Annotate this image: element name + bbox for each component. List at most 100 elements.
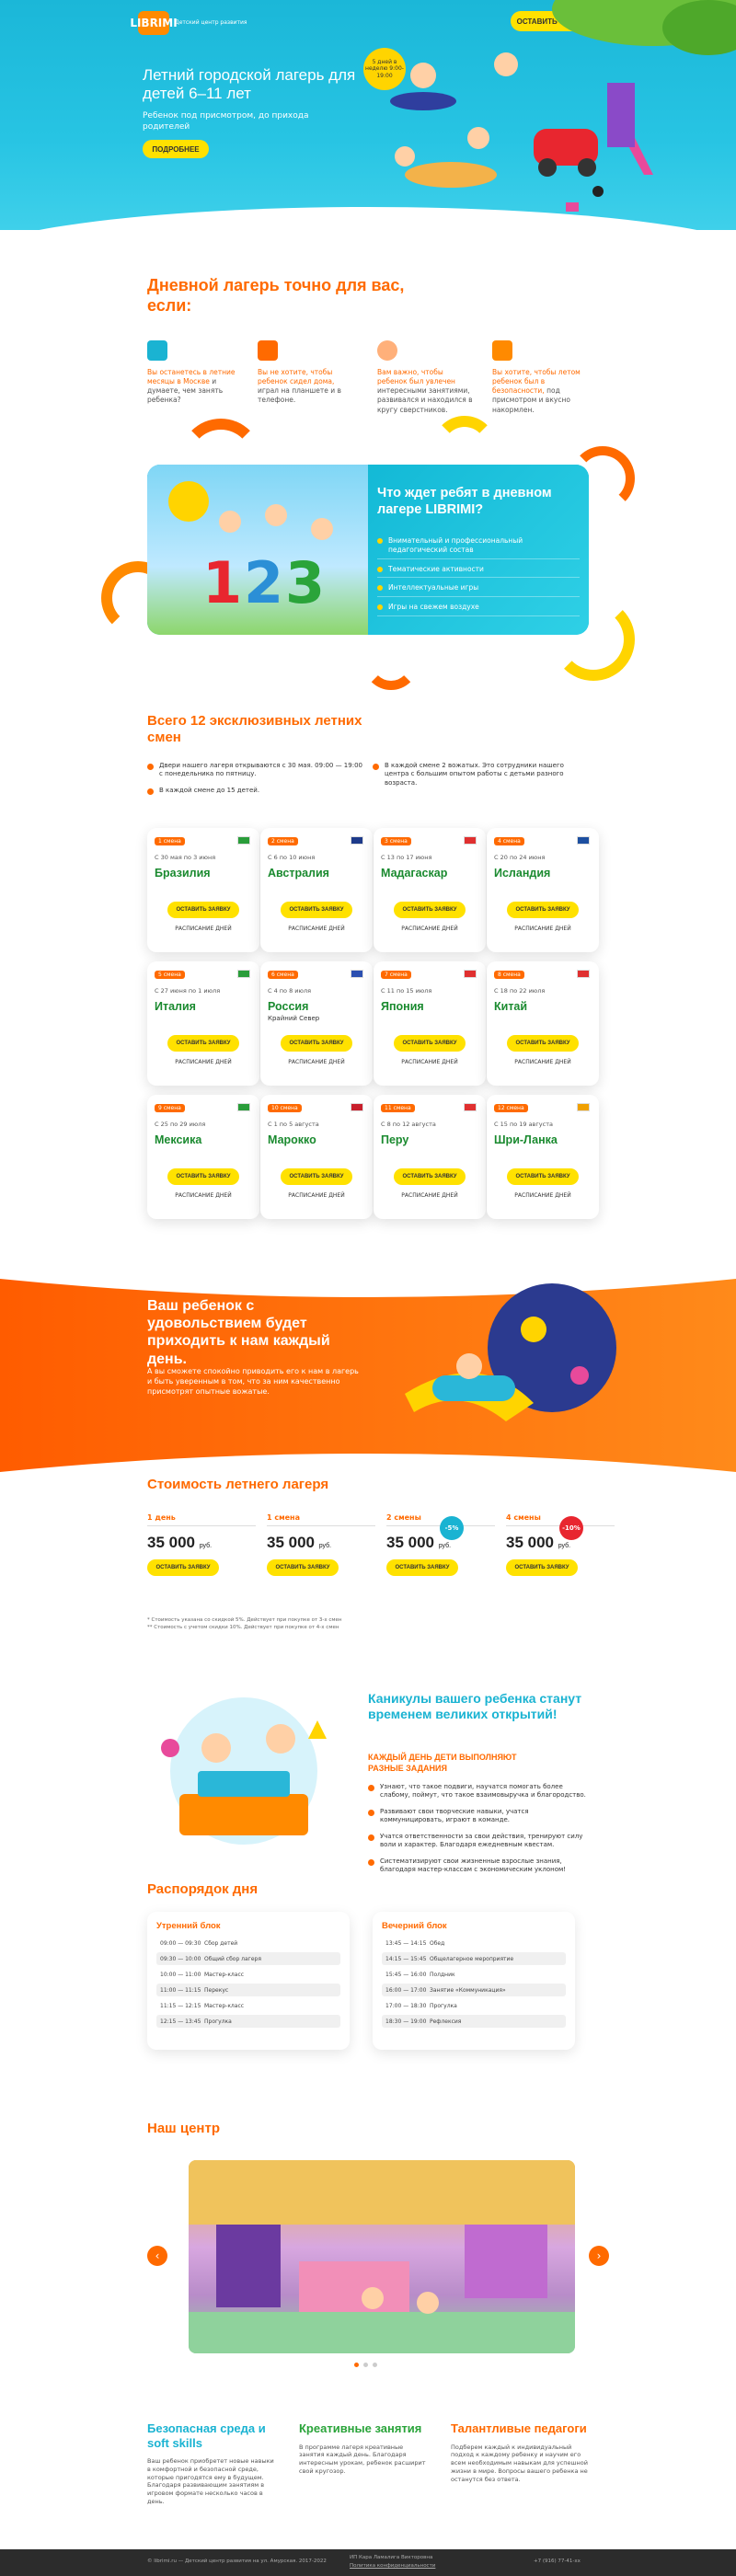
bullet-icon	[377, 566, 383, 572]
apply-button[interactable]: оставить заявку	[394, 902, 466, 918]
footer-phone[interactable]: +7 (916) 77-41-xx	[534, 2559, 581, 2564]
carousel-prev-button[interactable]: ‹	[147, 2246, 167, 2266]
flag-icon	[237, 970, 250, 978]
shifts-notes-left: Двери нашего лагеря открываются с 30 мая…	[147, 762, 363, 802]
shift-card: 3 смена С 13 по 17 июня Мадагаскар оставить…	[374, 828, 486, 952]
schedule-time: 14:15 — 15:45	[385, 1955, 427, 1962]
apply-button[interactable]: оставить заявку	[506, 1559, 578, 1576]
shift-badge: 1 смена	[155, 837, 185, 845]
apply-button[interactable]: оставить заявку	[167, 1035, 239, 1052]
schedule-link[interactable]: расписание дней	[147, 1192, 259, 1199]
promo-item: Интеллектуальные игры	[377, 583, 580, 597]
shift-badge: 9 смена	[155, 1104, 185, 1112]
schedule-link[interactable]: расписание дней	[487, 1192, 599, 1199]
price-value: 35 000 руб.	[267, 1534, 332, 1551]
schedule-link[interactable]: расписание дней	[374, 1059, 486, 1065]
apply-button[interactable]: оставить заявку	[394, 1168, 466, 1185]
bullet-icon	[368, 1809, 374, 1816]
kids-playground-illustration	[390, 52, 653, 212]
discovery-item: Развивают свои творческие навыки, учатся…	[368, 1808, 589, 1825]
promo-item: Внимательный и профессиональный педагоги…	[377, 536, 580, 559]
apply-button[interactable]: оставить заявку	[281, 902, 352, 918]
carousel-dot-active[interactable]	[354, 2363, 359, 2367]
schedule-time: 13:45 — 14:15	[385, 1939, 427, 1947]
center-photo	[189, 2160, 575, 2353]
apply-button[interactable]: оставить заявку	[281, 1168, 352, 1185]
schedule-link[interactable]: расписание дней	[374, 1192, 486, 1199]
more-button[interactable]: подробнее	[143, 140, 209, 158]
apply-button[interactable]: оставить заявку	[147, 1559, 219, 1576]
privacy-link[interactable]: Политика конфиденциальности	[350, 2563, 435, 2569]
apply-button[interactable]: оставить заявку	[267, 1559, 339, 1576]
feature-title: Талантливые педагоги	[451, 2421, 587, 2435]
shift-card: 9 смена С 25 по 29 июля Мексика оставить за…	[147, 1095, 259, 1219]
shift-note: Крайний Север	[268, 1015, 320, 1022]
feature-text: Вам важно, чтобы ребенок был увлечен инт…	[377, 368, 473, 414]
bullet-icon	[377, 538, 383, 544]
svg-text:1: 1	[202, 549, 242, 616]
flag-icon	[577, 970, 590, 978]
flag-icon	[351, 836, 363, 845]
shift-card: 7 смена С 11 по 15 июля Япония оставить зая…	[374, 961, 486, 1086]
carousel-dot[interactable]	[373, 2363, 377, 2367]
schedule-time: 11:15 — 12:15	[160, 2002, 201, 2009]
discovery-illustration	[161, 1697, 327, 1845]
price-card: 1 день 35 000 руб. оставить заявку	[147, 1513, 256, 1605]
flag-icon	[351, 970, 363, 978]
schedule-link[interactable]: расписание дней	[487, 1059, 599, 1065]
apply-button[interactable]: оставить заявку	[507, 1035, 579, 1052]
carousel-next-button[interactable]: ›	[589, 2246, 609, 2266]
schedule-link[interactable]: расписание дней	[260, 1192, 373, 1199]
feature-desc: В программе лагеря креативные занятия ка…	[299, 2443, 426, 2475]
evening-block-title: Вечерний блок	[382, 1921, 447, 1931]
happy-title: Ваш ребенок с удовольствием будет приход…	[147, 1298, 330, 1367]
footer-company: ИП Кара Ламалига Викторовна	[350, 2555, 433, 2560]
apply-button[interactable]: оставить заявку	[507, 1168, 579, 1185]
shift-name: Италия	[155, 1000, 196, 1013]
apply-button[interactable]: оставить заявку	[281, 1035, 352, 1052]
schedule-activity: Прогулка	[204, 2018, 232, 2025]
schedule-activity: Мастер-класс	[204, 2002, 245, 2009]
shift-date: С 18 по 22 июля	[494, 987, 546, 995]
schedule-time: 12:15 — 13:45	[160, 2018, 201, 2025]
apply-button[interactable]: оставить заявку	[167, 1168, 239, 1185]
shifts-title: Всего 12 эксклюзивных летних смен	[147, 713, 362, 745]
apply-button[interactable]: оставить заявку	[394, 1035, 466, 1052]
apply-button[interactable]: оставить заявку	[507, 902, 579, 918]
logo-subtitle: Детский центр развития	[175, 19, 247, 27]
price-label: 1 смена	[267, 1513, 375, 1526]
discount-5-badge: -5%	[440, 1516, 464, 1540]
schedule-link[interactable]: расписание дней	[487, 926, 599, 932]
apply-button[interactable]: оставить заявку	[167, 902, 239, 918]
schedule-row: 18:30 — 19:00 Рефлексия	[382, 2015, 566, 2028]
svg-text:2: 2	[244, 549, 283, 616]
shifts-notes-right: В каждой смене 2 вожатых. Это сотрудники…	[373, 762, 589, 795]
schedule-link[interactable]: расписание дней	[374, 926, 486, 932]
schedule-row: 11:00 — 11:15 Перекус	[156, 1984, 340, 1996]
schedule-row: 15:45 — 16:00 Полдник	[382, 1968, 566, 1981]
logo[interactable]: LIBRIMI Детский центр развития	[130, 11, 258, 35]
schedule-link[interactable]: расписание дней	[260, 1059, 373, 1065]
carousel-dots	[354, 2363, 377, 2367]
shift-name: Китай	[494, 1000, 528, 1013]
shift-date: С 27 июня по 1 июля	[155, 987, 221, 995]
shift-name: Мадагаскар	[381, 867, 448, 880]
svg-text:3: 3	[285, 549, 325, 616]
schedule-activity: Мастер-класс	[204, 1971, 245, 1978]
schedule-link[interactable]: расписание дней	[147, 1059, 259, 1065]
promo-item: Игры на свежем воздухе	[377, 603, 580, 616]
shift-name: Бразилия	[155, 867, 211, 880]
schedule-link[interactable]: расписание дней	[147, 926, 259, 932]
kids-numbers-illustration: 1 2 3	[147, 465, 368, 635]
flag-icon	[464, 1103, 477, 1111]
carousel-dot[interactable]	[363, 2363, 368, 2367]
shift-card: 1 смена С 30 мая по 3 июня Бразилия оставит…	[147, 828, 259, 952]
shift-date: С 6 по 10 июня	[268, 854, 316, 861]
discovery-item: Узнают, что такое подвиги, научатся помо…	[368, 1783, 589, 1800]
evening-block: Вечерний блок 13:45 — 14:15 Обед 14:15 — 1…	[373, 1912, 575, 2050]
schedule-row: 09:00 — 09:30 Сбор детей	[156, 1937, 340, 1949]
shift-date: С 8 по 12 августа	[381, 1121, 436, 1128]
shield-icon	[492, 340, 512, 361]
apply-button[interactable]: оставить заявку	[386, 1559, 458, 1576]
schedule-link[interactable]: расписание дней	[260, 926, 373, 932]
